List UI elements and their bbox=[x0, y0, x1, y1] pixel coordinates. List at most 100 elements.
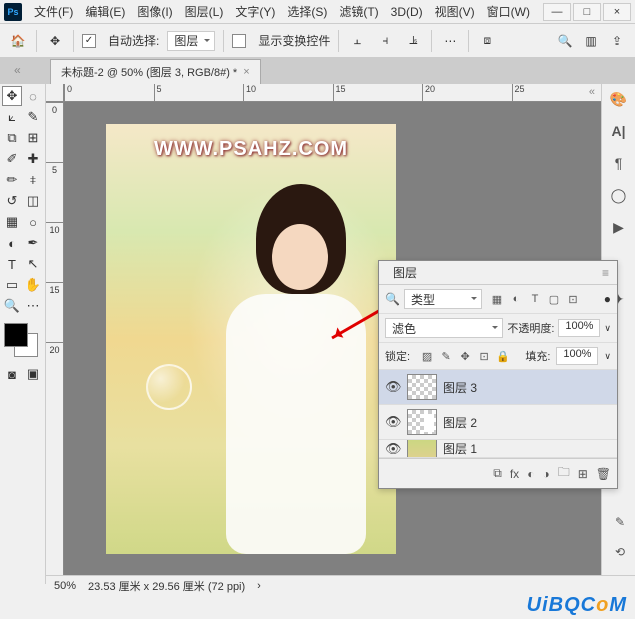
menu-edit[interactable]: 编辑(E) bbox=[79, 1, 131, 22]
marquee-tool[interactable]: ◌ bbox=[23, 86, 43, 106]
align-bottom-icon[interactable]: ⫡ bbox=[403, 31, 423, 51]
menu-select[interactable]: 选择(S) bbox=[281, 1, 333, 22]
share-icon[interactable]: ⇪ bbox=[607, 31, 627, 51]
lock-all-icon[interactable]: 🔒 bbox=[496, 349, 510, 363]
delete-layer-icon[interactable]: 🗑 bbox=[596, 467, 611, 481]
crop-tool[interactable]: ⧉ bbox=[2, 128, 22, 148]
horizontal-ruler[interactable]: 0 5 10 15 20 25 bbox=[64, 84, 601, 102]
brush-settings-icon[interactable]: ✎ bbox=[609, 511, 631, 533]
stamp-tool[interactable]: ⧧ bbox=[23, 170, 43, 190]
show-transform-checkbox[interactable] bbox=[232, 34, 246, 48]
eyedropper-tool[interactable]: ✐ bbox=[2, 149, 22, 169]
document-tab[interactable]: 未标题-2 @ 50% (图层 3, RGB/8#) * × bbox=[50, 59, 261, 84]
visibility-icon[interactable]: 👁 bbox=[385, 379, 401, 395]
auto-select-target-dropdown[interactable]: 图层 bbox=[167, 31, 215, 51]
layer-name-label[interactable]: 图层 3 bbox=[443, 379, 477, 396]
layer-thumbnail[interactable] bbox=[407, 374, 437, 400]
quick-mask-icon[interactable]: ◙ bbox=[2, 364, 22, 384]
3d-mode-icon[interactable]: ⧈ bbox=[477, 31, 497, 51]
lock-transparency-icon[interactable]: ▨ bbox=[420, 349, 434, 363]
search-icon[interactable]: 🔍 bbox=[555, 31, 575, 51]
fill-input[interactable]: 100% bbox=[556, 347, 598, 365]
menu-window[interactable]: 窗口(W) bbox=[481, 1, 536, 22]
layer-filter-dropdown[interactable]: 类型 bbox=[404, 289, 482, 309]
align-top-icon[interactable]: ⫠ bbox=[347, 31, 367, 51]
edit-toolbar[interactable]: ⋯ bbox=[23, 296, 43, 316]
lock-position-icon[interactable]: ✥ bbox=[458, 349, 472, 363]
gradient-tool[interactable]: ▦ bbox=[2, 212, 22, 232]
lock-pixels-icon[interactable]: ✎ bbox=[439, 349, 453, 363]
quick-select-tool[interactable]: ✎ bbox=[23, 107, 43, 127]
history-panel-icon[interactable]: ⟲ bbox=[609, 541, 631, 563]
menu-filter[interactable]: 滤镜(T) bbox=[333, 1, 384, 22]
window-maximize-button[interactable]: □ bbox=[573, 3, 601, 21]
auto-select-checkbox[interactable] bbox=[82, 34, 96, 48]
window-close-button[interactable]: × bbox=[603, 3, 631, 21]
move-tool-icon[interactable]: ✥ bbox=[45, 31, 65, 51]
foreground-color-swatch[interactable] bbox=[4, 323, 28, 347]
fill-chevron-icon[interactable]: ∨ bbox=[604, 351, 611, 362]
zoom-tool[interactable]: 🔍 bbox=[2, 296, 22, 316]
layers-panel-tab[interactable]: 图层 bbox=[387, 260, 423, 285]
menu-layer[interactable]: 图层(L) bbox=[179, 1, 230, 22]
layer-item[interactable]: 👁 图层 2 bbox=[379, 405, 617, 440]
hand-tool[interactable]: ✋ bbox=[23, 275, 43, 295]
blur-tool[interactable]: ○ bbox=[23, 212, 43, 232]
home-icon[interactable]: 🏠 bbox=[8, 31, 28, 51]
new-fill-layer-icon[interactable]: ◑ bbox=[542, 467, 549, 481]
document-info[interactable]: 23.53 厘米 x 29.56 厘米 (72 ppi) bbox=[88, 578, 245, 594]
layer-fx-icon[interactable]: fx bbox=[510, 467, 519, 481]
character-panel-icon[interactable]: A| bbox=[608, 120, 630, 142]
filter-type-icon[interactable]: T bbox=[528, 292, 542, 306]
brush-tool[interactable]: ✏ bbox=[2, 170, 22, 190]
swatches-panel-icon[interactable]: ◯ bbox=[608, 184, 630, 206]
workspace-icon[interactable]: ▥ bbox=[581, 31, 601, 51]
menu-file[interactable]: 文件(F) bbox=[28, 1, 79, 22]
expand-panels-icon[interactable]: « bbox=[589, 86, 595, 98]
opacity-input[interactable]: 100% bbox=[558, 319, 600, 337]
filter-pixel-icon[interactable]: ▦ bbox=[490, 292, 504, 306]
filter-search-icon[interactable]: 🔍 bbox=[385, 292, 400, 306]
dodge-tool[interactable]: ◐ bbox=[2, 233, 22, 253]
align-vcenter-icon[interactable]: ⫞ bbox=[375, 31, 395, 51]
path-select-tool[interactable]: ↖ bbox=[23, 254, 43, 274]
layer-item[interactable]: 👁 图层 3 bbox=[379, 370, 617, 405]
color-panel-icon[interactable]: 🎨 bbox=[608, 88, 630, 110]
ruler-origin[interactable] bbox=[46, 84, 64, 102]
filter-smart-icon[interactable]: ⊡ bbox=[566, 292, 580, 306]
visibility-icon[interactable]: 👁 bbox=[385, 441, 401, 457]
lasso-tool[interactable]: ⟀ bbox=[2, 107, 22, 127]
screen-mode-icon[interactable]: ▣ bbox=[23, 364, 43, 384]
menu-view[interactable]: 视图(V) bbox=[429, 1, 481, 22]
layer-name-label[interactable]: 图层 2 bbox=[443, 414, 477, 431]
pen-tool[interactable]: ✒ bbox=[23, 233, 43, 253]
shape-tool[interactable]: ▭ bbox=[2, 275, 22, 295]
history-brush-tool[interactable]: ↺ bbox=[2, 191, 22, 211]
opacity-chevron-icon[interactable]: ∨ bbox=[604, 323, 611, 334]
menu-type[interactable]: 文字(Y) bbox=[229, 1, 281, 22]
blend-mode-dropdown[interactable]: 滤色 bbox=[385, 318, 503, 338]
lock-artboard-icon[interactable]: ⊡ bbox=[477, 349, 491, 363]
actions-panel-icon[interactable]: ▶ bbox=[608, 216, 630, 238]
eraser-tool[interactable]: ◫ bbox=[23, 191, 43, 211]
new-layer-icon[interactable]: ⊞ bbox=[578, 467, 588, 481]
move-tool[interactable]: ✥ bbox=[2, 86, 22, 106]
vertical-ruler[interactable]: 0 5 10 15 20 bbox=[46, 102, 64, 584]
filter-shape-icon[interactable]: ▢ bbox=[547, 292, 561, 306]
canvas-document[interactable]: WWW.PSAHZ.COM bbox=[106, 124, 396, 554]
healing-tool[interactable]: ✚ bbox=[23, 149, 43, 169]
zoom-level[interactable]: 50% bbox=[54, 580, 76, 592]
layer-thumbnail[interactable] bbox=[407, 440, 437, 458]
paragraph-panel-icon[interactable]: ¶ bbox=[608, 152, 630, 174]
layer-item[interactable]: 👁 图层 1 bbox=[379, 440, 617, 458]
filter-toggle-icon[interactable]: ● bbox=[604, 292, 611, 306]
menu-image[interactable]: 图像(I) bbox=[131, 1, 178, 22]
close-tab-icon[interactable]: × bbox=[243, 66, 249, 78]
info-chevron-icon[interactable]: › bbox=[257, 580, 261, 592]
window-minimize-button[interactable]: — bbox=[543, 3, 571, 21]
distribute-icon[interactable]: ⋯ bbox=[440, 31, 460, 51]
menu-3d[interactable]: 3D(D) bbox=[385, 3, 429, 21]
layer-thumbnail[interactable] bbox=[407, 409, 437, 435]
tab-scroll-chevrons[interactable]: « bbox=[14, 63, 21, 77]
panel-menu-icon[interactable]: ≡ bbox=[602, 266, 609, 280]
